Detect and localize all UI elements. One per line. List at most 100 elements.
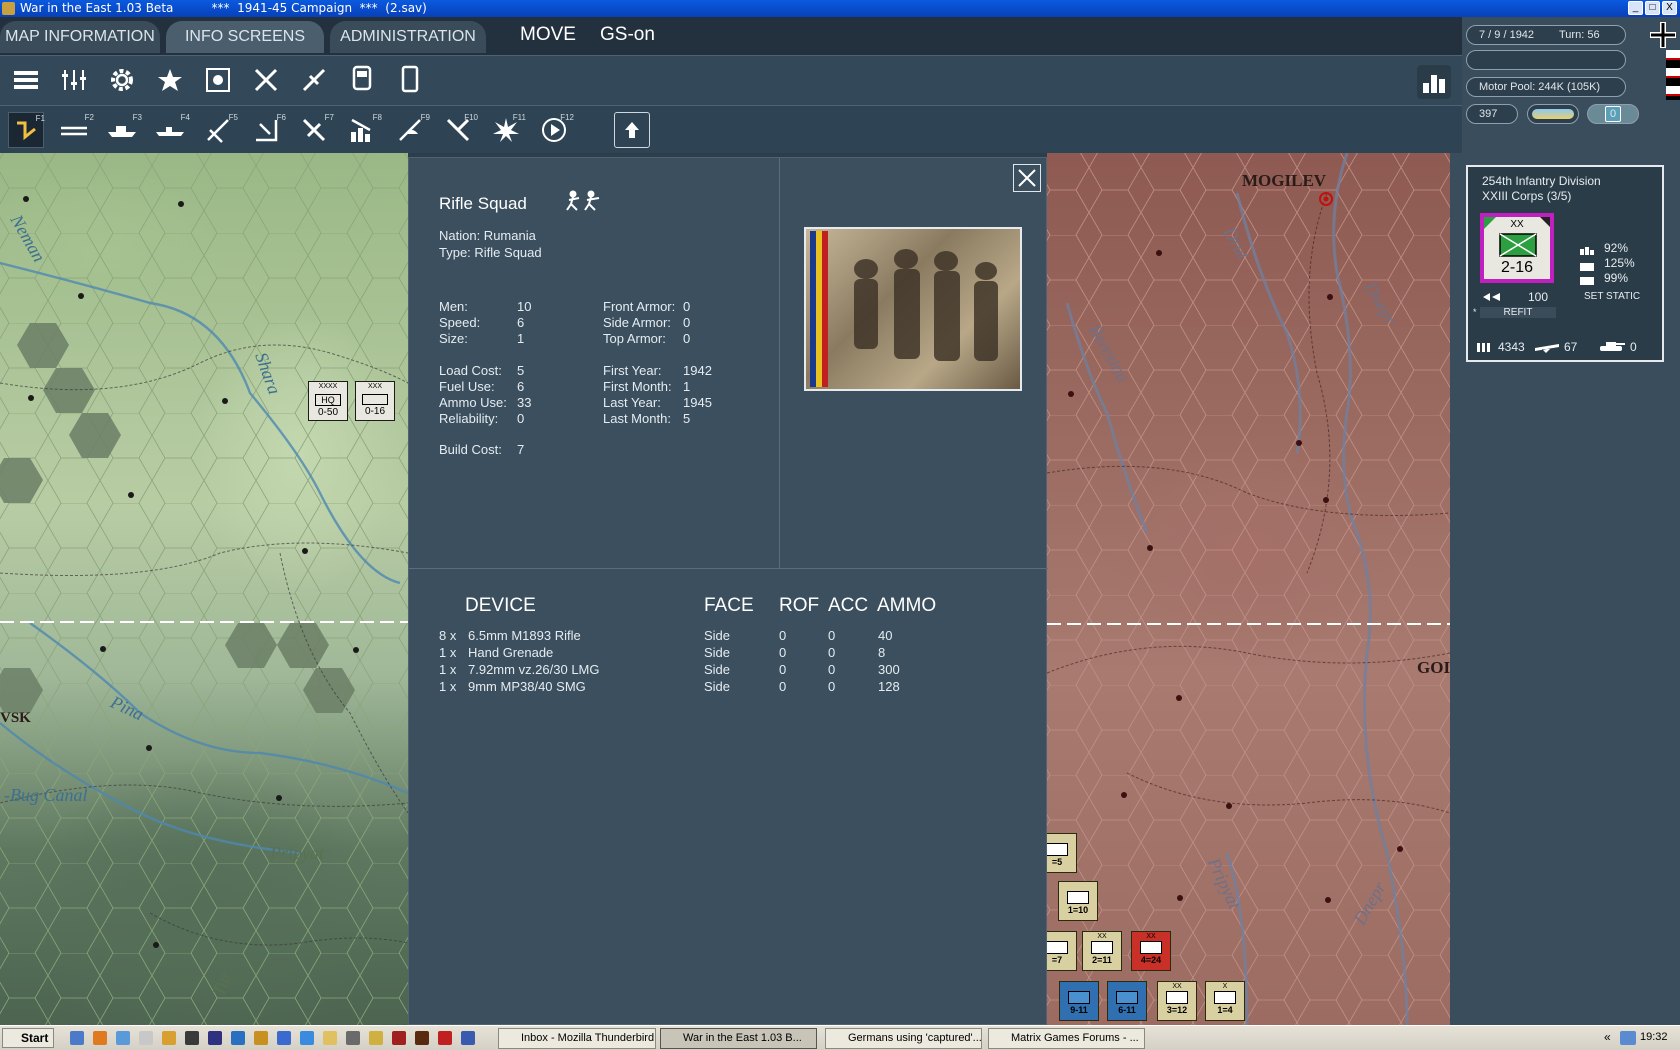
stat-label: Fuel Use:	[439, 379, 495, 394]
quick-launch-icon[interactable]	[323, 1031, 337, 1045]
taskbar-item[interactable]: Germans using 'captured'...	[825, 1028, 982, 1049]
unit-counter[interactable]: X 1=4	[1205, 981, 1245, 1021]
naval-transport-icon[interactable]: F3	[104, 112, 142, 148]
maximize-button[interactable]: □	[1645, 1, 1660, 15]
map-left[interactable]: Neman Shara Pina -Bug Canal Pripyat Tur …	[0, 153, 408, 1025]
layers-icon[interactable]	[8, 62, 44, 98]
quick-launch-icon[interactable]	[300, 1031, 314, 1045]
morale-pct: 92%	[1604, 241, 1629, 255]
star-icon[interactable]	[152, 62, 188, 98]
unit-counter[interactable]: 1=10	[1058, 881, 1098, 921]
unit-counter-large[interactable]: XX 2-16	[1480, 213, 1554, 283]
bombing-icon[interactable]: F7	[296, 112, 334, 148]
device-column-header: ROF	[779, 595, 820, 616]
unit-counter[interactable]: =7	[1047, 931, 1077, 971]
quick-launch-icon[interactable]	[369, 1031, 383, 1045]
counter-strength: 2=11	[1092, 955, 1112, 965]
quick-launch-icon[interactable]	[254, 1031, 268, 1045]
quick-launch-icon[interactable]	[93, 1031, 107, 1045]
paradrop-icon[interactable]: F9	[392, 112, 430, 148]
hq-counter[interactable]: XXXX HQ 0-50	[308, 381, 348, 421]
sliders-icon[interactable]	[56, 62, 92, 98]
taskbar-item[interactable]: War in the East 1.03 B...	[660, 1028, 817, 1049]
counter-strength: 1=10	[1067, 905, 1089, 915]
network-icon[interactable]	[1620, 1031, 1636, 1045]
quick-launch-icon[interactable]	[392, 1031, 406, 1045]
amphibious-icon[interactable]: F4	[152, 112, 190, 148]
device-column-header: FACE	[704, 595, 754, 616]
tab-info-screens[interactable]: INFO SCREENS	[166, 21, 324, 53]
device-face: Side	[704, 628, 731, 643]
quick-launch-icon[interactable]	[438, 1031, 452, 1045]
quick-launch-icon[interactable]	[116, 1031, 130, 1045]
bar-chart-icon	[1423, 75, 1445, 93]
quick-launch-icon[interactable]	[346, 1031, 360, 1045]
minimize-button[interactable]: _	[1628, 1, 1643, 15]
quick-launch-icon[interactable]	[185, 1031, 199, 1045]
taskbar-item[interactable]: Matrix Games Forums - ...	[988, 1028, 1145, 1049]
toggle-pill[interactable]: 0	[1587, 104, 1639, 124]
counter-symbol	[1140, 941, 1162, 954]
refit-button[interactable]: REFIT	[1480, 307, 1556, 318]
tab-administration[interactable]: ADMINISTRATION	[330, 21, 486, 53]
counter-symbol	[1166, 991, 1188, 1004]
device-rof: 0	[779, 662, 787, 677]
ground-attack-icon[interactable]: F6	[248, 112, 286, 148]
weather-map-icon[interactable]	[200, 62, 236, 98]
unit-name: 254th Infantry Division	[1482, 174, 1601, 188]
stat-value: 0	[683, 331, 691, 346]
quick-launch-icon[interactable]	[461, 1031, 475, 1045]
unit-counter[interactable]: XX 2=11	[1082, 931, 1122, 971]
unit-counter[interactable]: 6-11	[1107, 981, 1147, 1021]
supply-icon[interactable]	[296, 62, 332, 98]
stat-label: Men:	[439, 299, 468, 314]
railway-icon[interactable]	[344, 62, 380, 98]
unit-counter[interactable]: XXX 0-16	[355, 381, 395, 421]
quick-launch-icon[interactable]	[415, 1031, 429, 1045]
device-name: 9mm MP38/40 SMG	[468, 679, 586, 694]
stat-label: Reliability:	[439, 411, 499, 426]
unit-counter[interactable]: 9-11	[1059, 981, 1099, 1021]
air-transport-icon[interactable]: F10	[440, 112, 478, 148]
chart-button[interactable]	[1417, 65, 1451, 99]
gear-icon[interactable]	[104, 62, 140, 98]
quick-launch-icon[interactable]	[208, 1031, 222, 1045]
tray-expand-button[interactable]: «	[1604, 1030, 1611, 1044]
rail-mode-icon[interactable]: F2	[56, 112, 94, 148]
gun-count: 67	[1564, 340, 1578, 354]
device-rof: 0	[779, 645, 787, 660]
start-button[interactable]: Start	[2, 1028, 54, 1048]
unit-counter[interactable]: =5	[1047, 833, 1077, 873]
move-mode-icon[interactable]: F1	[8, 112, 45, 148]
tab-map-information[interactable]: MAP INFORMATION	[0, 21, 160, 53]
quick-launch-icon[interactable]	[139, 1031, 153, 1045]
quick-launch-icon[interactable]	[70, 1031, 84, 1045]
close-dialog-button[interactable]	[1013, 164, 1041, 192]
weather-pill[interactable]	[1527, 104, 1579, 124]
stat-value: 10	[517, 299, 532, 314]
quick-launch-icon[interactable]	[162, 1031, 176, 1045]
taskbar-item[interactable]: Inbox - Mozilla Thunderbird	[498, 1028, 656, 1049]
device-icon[interactable]	[392, 62, 428, 98]
device-face: Side	[704, 679, 731, 694]
air-combat-icon[interactable]	[248, 62, 284, 98]
city-label-mogilev: MOGILEV	[1242, 171, 1327, 190]
unit-info-box[interactable]: 254th Infantry Division XXIII Corps (3/5…	[1466, 165, 1664, 362]
city-label-goi: GOI	[1417, 658, 1450, 677]
gs-label[interactable]: GS-on	[600, 24, 655, 46]
explosion-icon[interactable]: F11	[488, 112, 526, 148]
unit-counter[interactable]: XX 3=12	[1157, 981, 1197, 1021]
unit-counter[interactable]: XX 4=24	[1131, 931, 1171, 971]
upload-icon[interactable]	[614, 112, 650, 148]
quick-launch-icon[interactable]	[231, 1031, 245, 1045]
play-icon[interactable]: F12	[536, 112, 574, 148]
counter-size: XX	[1097, 933, 1107, 940]
city-bombing-icon[interactable]: F8	[344, 112, 382, 148]
set-static-button[interactable]: SET STATIC	[1584, 291, 1640, 302]
map-right[interactable]: MOGILEV GOI Drut Dnepr Berezina Pripyat …	[1047, 153, 1450, 1025]
air-recon-icon[interactable]: F5	[200, 112, 238, 148]
taskbar: Start Inbox - Mozilla Thunderbird War in …	[0, 1025, 1680, 1050]
quick-launch-icon[interactable]	[277, 1031, 291, 1045]
close-window-button[interactable]: X	[1662, 1, 1677, 15]
canal-label: -Bug Canal	[4, 785, 88, 805]
